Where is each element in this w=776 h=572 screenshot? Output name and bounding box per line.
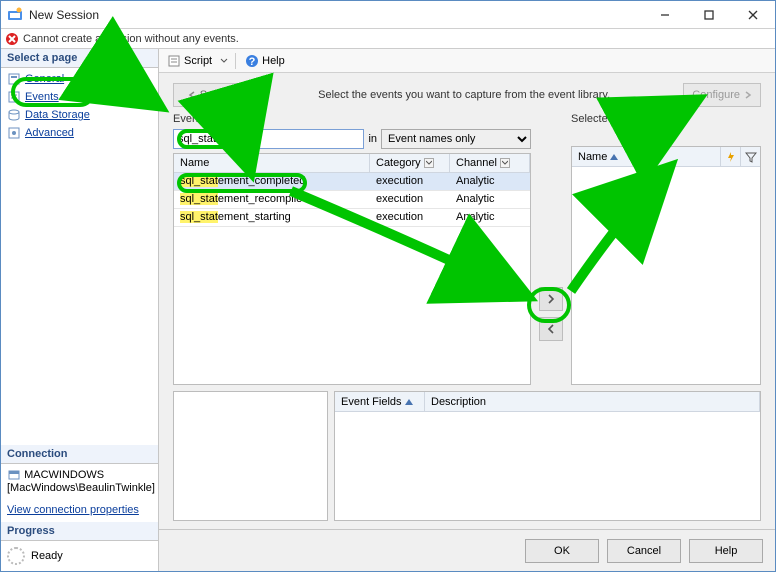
- ok-button[interactable]: OK: [525, 539, 599, 563]
- sort-asc-icon: [405, 399, 413, 405]
- server-name: MACWINDOWS: [24, 469, 104, 481]
- dialog-footer: OK Cancel Help: [159, 529, 775, 571]
- lightning-icon: [725, 151, 737, 163]
- connection-info: MACWINDOWS [MacWindows\BeaulinTwinkle]: [1, 464, 158, 498]
- col-name[interactable]: Name: [174, 154, 370, 172]
- error-bar: Cannot create a session without any even…: [1, 29, 775, 49]
- page-icon: [7, 90, 21, 104]
- event-search-input[interactable]: [173, 129, 364, 149]
- page-link[interactable]: Data Storage: [25, 109, 90, 121]
- back-select-button[interactable]: Select: [173, 83, 245, 107]
- page-link[interactable]: Events: [25, 91, 59, 103]
- selected-events-label: Selected events:: [571, 113, 761, 125]
- configure-label: Configure: [692, 89, 740, 101]
- page-icon: [7, 108, 21, 122]
- in-label: in: [368, 133, 377, 145]
- remove-event-button[interactable]: [539, 317, 563, 341]
- svg-text:?: ?: [249, 56, 256, 68]
- cancel-button[interactable]: Cancel: [607, 539, 681, 563]
- progress-header: Progress: [1, 522, 158, 541]
- chevron-right-icon: [744, 91, 752, 99]
- funnel-icon: [745, 151, 757, 163]
- close-button[interactable]: [731, 1, 775, 29]
- help-button[interactable]: Help: [689, 539, 763, 563]
- app-icon: [7, 7, 23, 23]
- grid-header: Name Category Channel: [174, 154, 530, 173]
- col-channel[interactable]: Channel: [450, 154, 530, 172]
- left-panel: Select a page General Events Data Storag…: [1, 49, 159, 571]
- minimize-button[interactable]: [643, 1, 687, 29]
- help-icon: ?: [245, 54, 259, 68]
- event-library-grid[interactable]: Name Category Channel sql_statement_comp…: [173, 153, 531, 385]
- page-item-data-storage[interactable]: Data Storage: [1, 106, 158, 124]
- window-title: New Session: [29, 8, 643, 22]
- col-category[interactable]: Category: [370, 154, 450, 172]
- grid-row[interactable]: sql_statement_recompile execution Analyt…: [174, 191, 530, 209]
- chevron-down-icon: [220, 57, 228, 65]
- chevron-right-icon: [546, 294, 556, 304]
- content-area: Script ? Help Select Select the events y…: [159, 49, 775, 571]
- page-icon: [7, 72, 21, 86]
- chevron-down-icon[interactable]: [500, 158, 510, 168]
- page-item-events[interactable]: Events: [1, 88, 158, 106]
- script-icon: [167, 54, 181, 68]
- configure-button[interactable]: Configure: [683, 83, 761, 107]
- sort-asc-icon: [610, 154, 618, 160]
- add-event-button[interactable]: [539, 287, 563, 311]
- grid-row[interactable]: sql_statement_starting execution Analyti…: [174, 209, 530, 227]
- chevron-left-icon: [546, 324, 556, 334]
- help-button[interactable]: ? Help: [241, 51, 289, 71]
- progress-spinner-icon: [7, 547, 25, 565]
- script-button[interactable]: Script: [163, 51, 216, 71]
- titlebar: New Session: [1, 1, 775, 29]
- bottom-right-panel: Event Fields Description: [334, 391, 761, 521]
- page-link[interactable]: Advanced: [25, 127, 74, 139]
- server-icon: [7, 468, 21, 482]
- connection-header: Connection: [1, 445, 158, 464]
- event-library-label: Event library:: [173, 113, 531, 125]
- page-item-advanced[interactable]: Advanced: [1, 124, 158, 142]
- select-page-header: Select a page: [1, 49, 158, 68]
- user-name: [MacWindows\BeaulinTwinkle]: [7, 482, 155, 494]
- progress-status: Ready: [31, 550, 63, 562]
- page-icon: [7, 126, 21, 140]
- error-text: Cannot create a session without any even…: [23, 33, 239, 45]
- page-link[interactable]: General: [25, 73, 64, 85]
- sel-col-name[interactable]: Name: [572, 151, 720, 163]
- page-item-general[interactable]: General: [1, 70, 158, 88]
- script-dropdown[interactable]: [218, 51, 230, 71]
- lightning-filter-button[interactable]: [720, 147, 740, 167]
- page-list: General Events Data Storage Advanced: [1, 68, 158, 144]
- chevron-down-icon[interactable]: [424, 158, 434, 168]
- select-label: Select: [200, 89, 231, 101]
- col-description[interactable]: Description: [425, 392, 760, 411]
- instruction-text: Select the events you want to capture fr…: [253, 89, 675, 101]
- view-connection-properties-link[interactable]: View connection properties: [1, 498, 158, 522]
- separator: [235, 53, 236, 69]
- funnel-filter-button[interactable]: [740, 147, 760, 167]
- content-toolbar: Script ? Help: [159, 49, 775, 73]
- error-icon: [5, 32, 19, 46]
- bottom-left-panel: [173, 391, 328, 521]
- script-label: Script: [184, 55, 212, 67]
- grid-row[interactable]: sql_statement_completed execution Analyt…: [174, 173, 530, 191]
- selected-events-grid[interactable]: Name: [571, 146, 761, 385]
- col-event-fields[interactable]: Event Fields: [335, 392, 425, 411]
- maximize-button[interactable]: [687, 1, 731, 29]
- chevron-left-icon: [188, 91, 196, 99]
- move-buttons: [537, 113, 565, 385]
- selected-grid-header: Name: [572, 147, 760, 167]
- search-scope-select[interactable]: Event names only: [381, 129, 531, 149]
- help-label: Help: [262, 55, 285, 67]
